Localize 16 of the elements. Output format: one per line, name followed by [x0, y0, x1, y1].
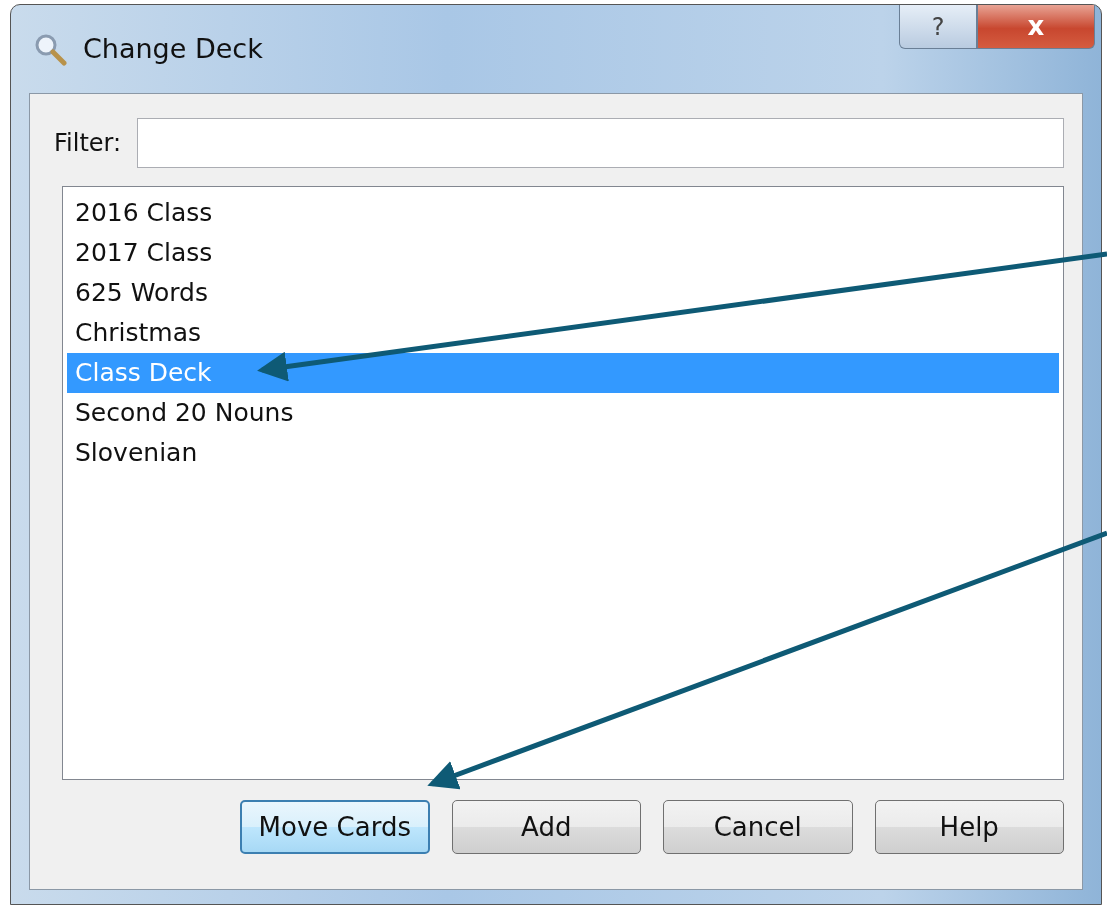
close-button[interactable]: x — [977, 5, 1095, 49]
search-icon — [33, 32, 67, 66]
help-button[interactable]: ? — [899, 5, 977, 49]
filter-label: Filter: — [54, 128, 122, 159]
dialog-button[interactable]: Cancel — [663, 800, 853, 854]
window-title: Change Deck — [83, 31, 263, 66]
filter-field[interactable] — [137, 118, 1064, 168]
deck-item[interactable]: Second 20 Nouns — [67, 393, 1059, 433]
deck-item[interactable]: 625 Words — [67, 273, 1059, 313]
deck-item[interactable]: 2016 Class — [67, 193, 1059, 233]
deck-item[interactable]: 2017 Class — [67, 233, 1059, 273]
deck-item[interactable]: Slovenian — [67, 433, 1059, 473]
dialog-button[interactable]: Add — [451, 800, 641, 854]
dialog-button[interactable]: Help — [874, 800, 1064, 854]
dialog-button[interactable]: Move Cards — [240, 800, 430, 854]
deck-item[interactable]: Christmas — [67, 313, 1059, 353]
